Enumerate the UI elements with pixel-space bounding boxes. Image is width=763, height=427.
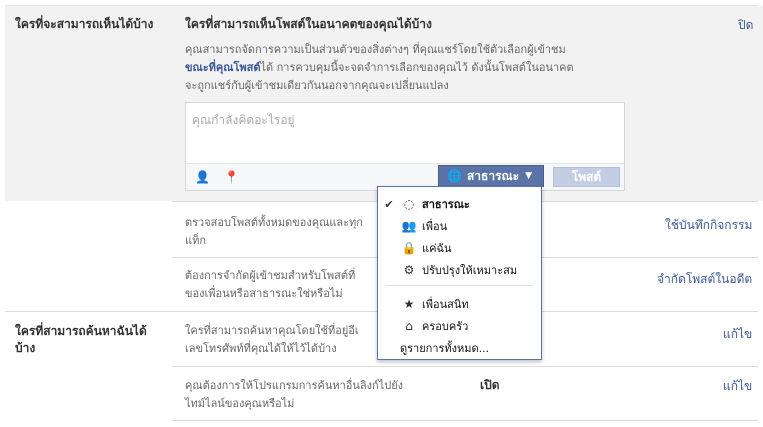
audience-option-custom[interactable]: ⚙ ปรับปรุงให้เหมาะสม (378, 259, 541, 281)
edit-lookup-link[interactable]: แก้ไข (723, 325, 752, 344)
menu-item-label: ปรับปรุงให้เหมาะสม (422, 264, 518, 277)
location-pin-icon[interactable]: 📍 (224, 170, 239, 184)
globe-icon: 🌐 (447, 169, 462, 183)
close-link[interactable]: ปิด (738, 16, 753, 35)
edit-search-engine-link[interactable]: แก้ไข (723, 377, 752, 396)
search-engine-line-1: คุณต้องการให้โปรแกรมการค้นหาอื่นลิงก์ไปย… (185, 379, 404, 392)
desc-line-2-rest: ได้ การควบคุมนี้จะจดจำการเลือกของคุณไว้ … (260, 61, 574, 74)
review-posts-line-2: แท็ก (185, 234, 207, 247)
future-posts-heading: ใครที่สามารถเห็นโพสต์ในอนาคตของคุณได้บ้า… (185, 17, 432, 31)
post-button[interactable]: โพสต์ (553, 167, 620, 187)
star-icon: ★ (403, 297, 415, 311)
search-title-line-1: ใครที่สามารถค้นหาฉันได้ (15, 324, 147, 338)
audience-option-see-all[interactable]: ดูรายการทั้งหมด... (378, 337, 541, 359)
row-divider (172, 366, 758, 367)
audience-option-family[interactable]: ⌂ ครอบครัว (378, 315, 541, 337)
menu-item-label: ดูรายการทั้งหมด... (400, 342, 490, 355)
limit-audience-line-1: ต้องการจำกัดผู้เข้าชมสำหรับโพสต์ที่ (185, 269, 356, 282)
search-title-line-2: บ้าง (15, 341, 36, 355)
menu-item-label: เพื่อนสนิท (422, 298, 469, 311)
audience-option-only-me[interactable]: 🔒 แค่ฉัน (378, 237, 541, 259)
home-icon: ⌂ (405, 319, 413, 333)
desc-line-3: จะถูกแชร์กับผู้เข้าชมเดียวกันนอกจากคุณจะ… (185, 79, 449, 92)
lookup-email-phone-text: ใครที่สามารถค้นหาคุณโดยใช้ที่อยู่อีเ เลข… (185, 322, 359, 358)
caret-down-icon: ▼ (525, 171, 533, 181)
limit-audience-line-2: ของเพื่อนหรือสาธารณะใช่หรือไม่ (185, 287, 343, 300)
activity-log-link[interactable]: ใช้บันทึกกิจกรรม (665, 216, 752, 235)
audience-button-label: สาธารณะ (466, 168, 520, 183)
menu-item-label: ครอบครัว (422, 320, 469, 333)
search-engine-text: คุณต้องการให้โปรแกรมการค้นหาอื่นลิงก์ไปย… (185, 377, 403, 413)
audience-option-close-friends[interactable]: ★ เพื่อนสนิท (378, 293, 541, 315)
section-title-visibility: ใครที่จะสามารถเห็นได้บ้าง (15, 17, 154, 31)
menu-item-label: เพื่อน (422, 220, 448, 233)
lookup-line-2: เลขโทรศัพท์ที่คุณได้ให้ไว้ได้บ้าง (185, 342, 337, 355)
tag-friends-icon[interactable]: 👤 (195, 170, 210, 184)
desc-line-1: คุณสามารถจัดการความเป็นส่วนตัวของสิ่งต่า… (185, 43, 566, 56)
limit-past-posts-link[interactable]: จำกัดโพสต์ในอดีต (657, 270, 752, 289)
review-posts-text: ตรวจสอบโพสต์ทั้งหมดของคุณและทุก แท็ก (185, 214, 363, 250)
desc-line-2: ขณะที่คุณโพสต์ได้ การควบคุมนี้จะจดจำการเ… (185, 59, 574, 77)
audience-menu: ✔ ◌ สาธารณะ 👥 เพื่อน 🔒 แค่ฉัน ⚙ ปรับปรุง… (377, 186, 542, 360)
audience-option-public[interactable]: ✔ ◌ สาธารณะ (378, 193, 541, 215)
globe-icon: ◌ (403, 197, 415, 211)
composer-placeholder: คุณกำลังคิดอะไรอยู่ (192, 113, 295, 127)
menu-item-label: สาธารณะ (422, 198, 470, 211)
lookup-line-1: ใครที่สามารถค้นหาคุณโดยใช้ที่อยู่อีเ (185, 324, 359, 337)
checkmark-icon: ✔ (384, 197, 394, 211)
section-title-search: ใครที่สามารถค้นหาฉันได้ บ้าง (15, 323, 147, 357)
lock-icon: 🔒 (401, 241, 417, 255)
friends-icon: 👥 (401, 219, 417, 233)
review-posts-line-1: ตรวจสอบโพสต์ทั้งหมดของคุณและทุก (185, 216, 363, 229)
search-engine-line-2: ไทม์ไลน์ของคุณหรือไม่ (185, 397, 295, 410)
menu-item-label: แค่ฉัน (422, 242, 452, 255)
limit-audience-text: ต้องการจำกัดผู้เข้าชมสำหรับโพสต์ที่ ของเ… (185, 267, 355, 303)
audience-option-friends[interactable]: 👥 เพื่อน (378, 215, 541, 237)
gear-icon: ⚙ (403, 263, 415, 277)
menu-separator (386, 285, 533, 286)
search-engine-status: เปิด (480, 378, 500, 392)
while-posting-link[interactable]: ขณะที่คุณโพสต์ (185, 61, 260, 74)
row-divider (172, 420, 758, 421)
audience-selector-button[interactable]: 🌐 สาธารณะ ▼ (438, 165, 544, 187)
future-posts-description: คุณสามารถจัดการความเป็นส่วนตัวของสิ่งต่า… (185, 41, 574, 95)
